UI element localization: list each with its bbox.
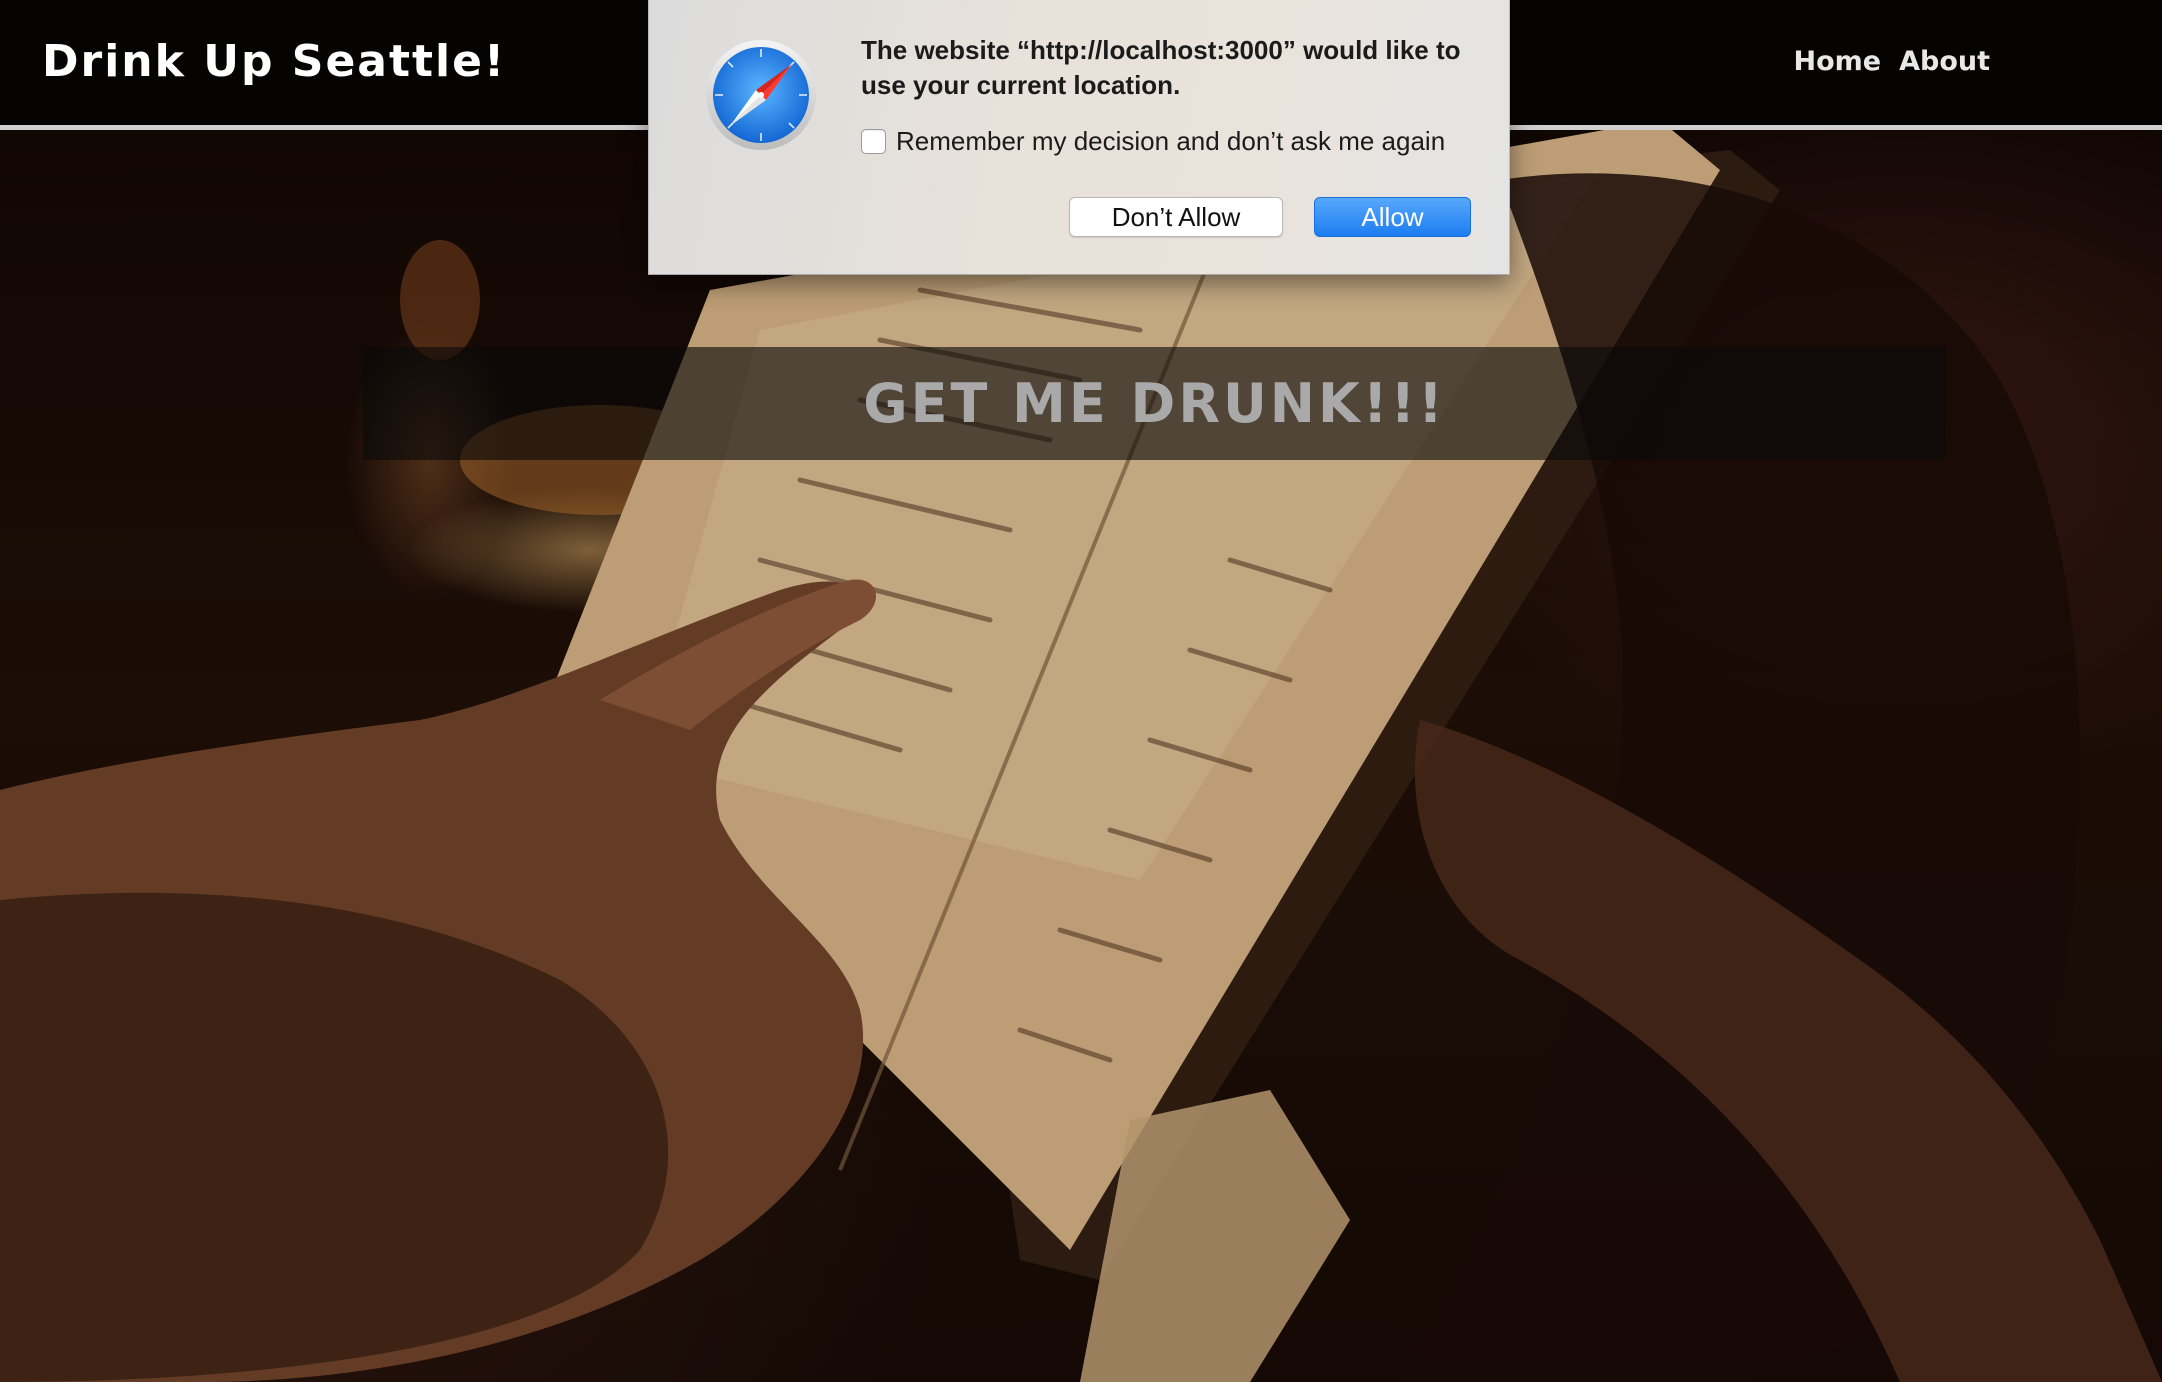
browser-viewport: Drink Up Seattle! Home About GET ME DRUN… (0, 0, 2162, 1382)
remember-decision-label: Remember my decision and don’t ask me ag… (896, 126, 1446, 156)
dont-allow-button[interactable]: Don’t Allow (1069, 197, 1283, 237)
get-me-drunk-button[interactable]: GET ME DRUNK!!! (863, 372, 1445, 435)
location-permission-dialog: The website “http://localhost:3000” woul… (648, 0, 1510, 275)
dialog-message: The website “http://localhost:3000” woul… (861, 35, 1461, 100)
hero-overlay (0, 130, 2162, 1382)
hero-banner: GET ME DRUNK!!! (363, 347, 1946, 460)
safari-compass-icon (706, 40, 816, 150)
allow-button[interactable]: Allow (1314, 197, 1471, 237)
site-title[interactable]: Drink Up Seattle! (42, 36, 506, 87)
nav-link-about[interactable]: About (1899, 46, 1990, 77)
main-nav: Home About (1794, 46, 1991, 77)
nav-link-home[interactable]: Home (1794, 46, 1882, 77)
remember-decision-checkbox[interactable] (861, 129, 886, 154)
remember-decision-option[interactable]: Remember my decision and don’t ask me ag… (861, 126, 1445, 157)
